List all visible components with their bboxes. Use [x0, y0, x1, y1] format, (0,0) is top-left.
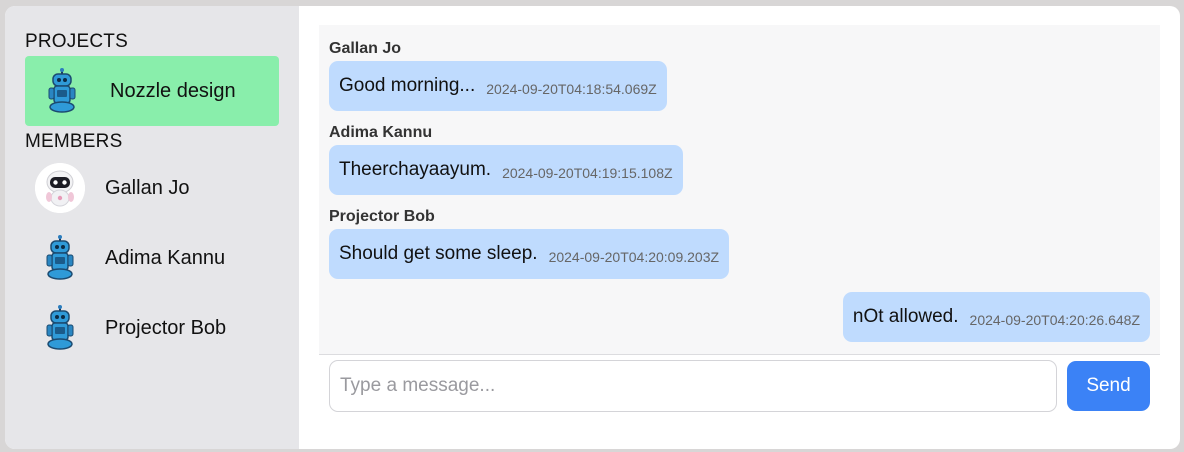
- chat-app: PROJECTS Nozzle design MEMBERS Gallan Jo…: [5, 6, 1180, 449]
- message-timestamp: 2024-09-20T04:19:15.108Z: [502, 165, 673, 181]
- message-list[interactable]: Gallan Jo Good morning... 2024-09-20T04:…: [319, 25, 1160, 355]
- member-label: Projector Bob: [105, 316, 227, 339]
- message-input[interactable]: [329, 360, 1057, 412]
- robot-icon: [44, 66, 80, 116]
- message-bubble: Theerchayaayum. 2024-09-20T04:19:15.108Z: [329, 145, 683, 195]
- message-timestamp: 2024-09-20T04:20:09.203Z: [548, 249, 720, 265]
- member-label: Gallan Jo: [105, 176, 190, 199]
- members-heading: MEMBERS: [25, 131, 123, 152]
- message-text: Theerchayaayum.: [339, 159, 492, 180]
- white-robot-avatar: [35, 163, 85, 213]
- message-bubble: Good morning... 2024-09-20T04:18:54.069Z: [329, 61, 667, 111]
- message-composer: Send: [319, 355, 1160, 417]
- chat-panel: Gallan Jo Good morning... 2024-09-20T04:…: [299, 6, 1180, 449]
- message-bubble: Should get some sleep. 2024-09-20T04:20:…: [329, 229, 730, 279]
- project-label: Nozzle design: [110, 79, 236, 102]
- message-text: nOt allowed.: [852, 306, 959, 327]
- projects-heading: PROJECTS: [25, 31, 128, 52]
- message-sender: Adima Kannu: [329, 124, 433, 141]
- message-item: Gallan Jo Good morning... 2024-09-20T04:…: [329, 39, 1150, 111]
- project-item-nozzle-design[interactable]: Nozzle design: [25, 56, 279, 126]
- message-timestamp: 2024-09-20T04:20:26.648Z: [969, 312, 1140, 328]
- message-timestamp: 2024-09-20T04:18:54.069Z: [486, 81, 657, 97]
- message-text: Should get some sleep.: [339, 243, 538, 264]
- own-message-item: nOt allowed. 2024-09-20T04:20:26.648Z: [842, 290, 1150, 342]
- message-sender: Projector Bob: [329, 208, 435, 225]
- sidebar: PROJECTS Nozzle design MEMBERS Gallan Jo…: [5, 6, 299, 449]
- send-button[interactable]: Send: [1067, 361, 1150, 411]
- message-item: Adima Kannu Theerchayaayum. 2024-09-20T0…: [329, 123, 1150, 195]
- member-item-projector-bob[interactable]: Projector Bob: [25, 293, 279, 363]
- member-item-gallan-jo[interactable]: Gallan Jo: [25, 153, 279, 223]
- message-text: Good morning...: [339, 75, 476, 96]
- member-item-adima-kannu[interactable]: Adima Kannu: [25, 223, 279, 293]
- member-label: Adima Kannu: [105, 246, 226, 269]
- message-sender: Gallan Jo: [329, 40, 402, 57]
- message-item: Projector Bob Should get some sleep. 202…: [329, 207, 1150, 279]
- robot-icon: [35, 303, 85, 353]
- message-bubble: nOt allowed. 2024-09-20T04:20:26.648Z: [842, 292, 1150, 342]
- robot-icon: [35, 233, 85, 283]
